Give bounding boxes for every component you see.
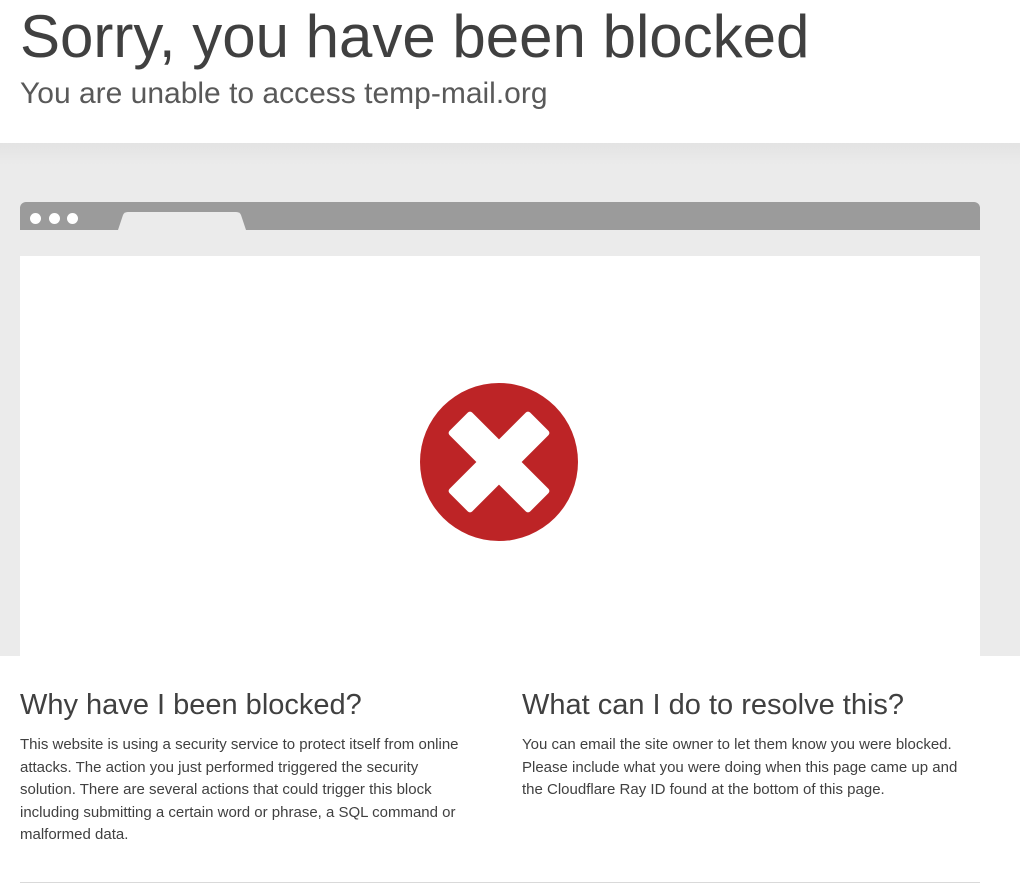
resolve-heading: What can I do to resolve this? <box>522 689 905 721</box>
blocked-site-name: temp-mail.org <box>364 77 548 110</box>
window-dot-icon <box>49 213 60 224</box>
resolve-text: You can email the site owner to let them… <box>522 736 958 798</box>
why-blocked-section: Why have I been blocked? This website is… <box>20 684 478 847</box>
browser-tab-icon <box>118 212 246 230</box>
page-title: Sorry, you have been blocked <box>20 3 810 70</box>
error-x-icon <box>420 383 578 541</box>
browser-illustration-bar <box>20 202 980 230</box>
why-blocked-heading: Why have I been blocked? <box>20 689 362 721</box>
why-blocked-text: This website is using a security service… <box>20 736 459 843</box>
resolve-section: What can I do to resolve this? You can e… <box>522 684 980 802</box>
window-dot-icon <box>30 213 41 224</box>
subtitle-prefix: You are unable to access <box>20 77 356 110</box>
page-subtitle: You are unable to access temp-mail.org <box>20 74 548 114</box>
page-header: Sorry, you have been blocked You are una… <box>0 0 1020 143</box>
browser-illustration-window <box>20 256 980 656</box>
window-dot-icon <box>67 213 78 224</box>
footer-divider <box>20 882 980 883</box>
